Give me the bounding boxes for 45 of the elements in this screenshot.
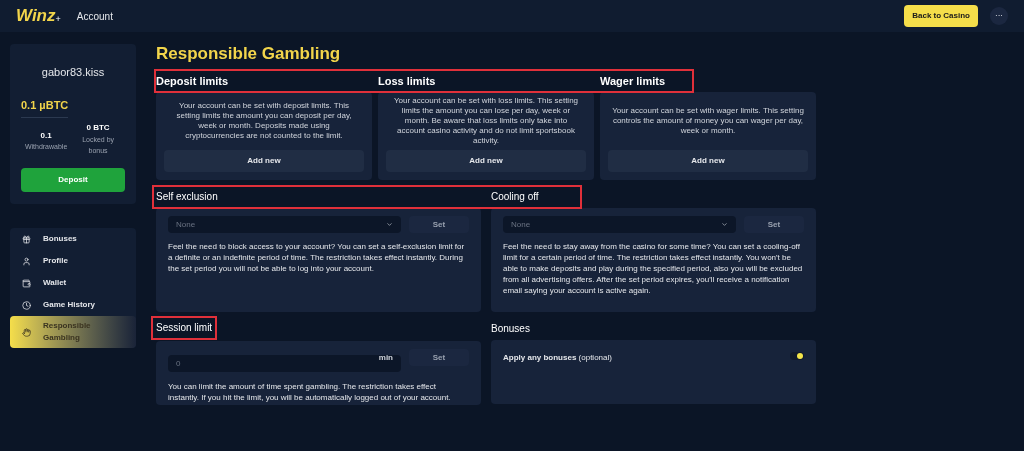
chevron-down-icon (386, 221, 393, 228)
wallet-icon (22, 278, 31, 288)
logo-mark: + (55, 14, 61, 27)
locked-value: 0 BTC (86, 122, 110, 134)
section-title: Bonuses (491, 322, 530, 336)
withdrawable-value: 0.1 (40, 130, 52, 142)
gift-icon (22, 234, 31, 244)
set-button[interactable]: Set (409, 349, 469, 366)
toggle-switch[interactable] (790, 352, 804, 360)
logo[interactable]: Winz (16, 3, 56, 29)
person-icon (22, 256, 31, 266)
session-description: You can limit the amount of time spent gambling. The restriction takes effect instantly. If you hit the limit, you will be automatically logged out of your account. (168, 381, 452, 403)
sidebar-item[interactable]: Bonuses (10, 228, 136, 250)
bonus-option-label: Apply any bonuses (optional) (503, 352, 612, 364)
section-title: Account (76, 9, 113, 24)
set-button[interactable]: Set (409, 216, 469, 233)
section-title: Cooling off (491, 190, 539, 204)
section-title: Deposit limits (156, 74, 229, 89)
add-new-button[interactable]: Add new (386, 150, 586, 172)
username: gabor83.kiss (41, 65, 105, 80)
clock-icon (22, 300, 31, 310)
limit-description: Your account can be set with deposit limits. This setting limits the amount you can deposit per day, week or month. Deposits made using cryptocurrencies are not counted to the limit. (175, 101, 353, 141)
section-title: Session limit (156, 321, 213, 335)
chevron-down-icon (721, 221, 728, 228)
back-to-casino-button[interactable]: Back to Casino (904, 5, 978, 27)
exclusion-description: Feel the need to stay away from the casino for some time? You can set a cooling-off limit for a certain period of time. The restriction takes effect instantly. You won't be able to make deposits and play during the specified period, also you will be excluded from all advertising offers. After the set period expires, you'll receive a notification email saying your account is active again. (503, 241, 804, 296)
sidebar-item[interactable]: Wallet (10, 272, 136, 294)
sidebar-item[interactable]: Game History (10, 294, 136, 316)
limit-description: Your account can be set with wager limits. This setting controls the amount of money you can wager per day, week or month. (611, 106, 805, 136)
exclusion-description: Feel the need to block access to your account? You can set a self-exclusion limit for a definite or an indefinite period of time. The restriction takes effect instantly. During the set period you will not be able to log into your account. (168, 241, 466, 274)
section-title: Wager limits (600, 74, 665, 89)
limit-description: Your account can be set with loss limits. This setting limits the amount you can lose per day, week or month. Be aware that loss limits only take into account casino activity and do not limit sportsbook activity. (392, 96, 580, 146)
sidebar-item[interactable]: Profile (10, 250, 136, 272)
set-button[interactable]: Set (744, 216, 804, 233)
page-title: Responsible Gambling (156, 44, 342, 64)
section-title: Loss limits (378, 74, 436, 89)
hand-icon (22, 327, 31, 337)
add-new-button[interactable]: Add new (164, 150, 364, 172)
balance: 0.1 µBTC (21, 96, 69, 118)
select-field[interactable]: None (168, 216, 401, 233)
unit-label: min (378, 352, 393, 364)
select-field[interactable]: None (503, 216, 736, 233)
more-button[interactable]: ··· (990, 7, 1008, 25)
section-title: Self exclusion (156, 190, 218, 204)
add-new-button[interactable]: Add new (608, 150, 808, 172)
